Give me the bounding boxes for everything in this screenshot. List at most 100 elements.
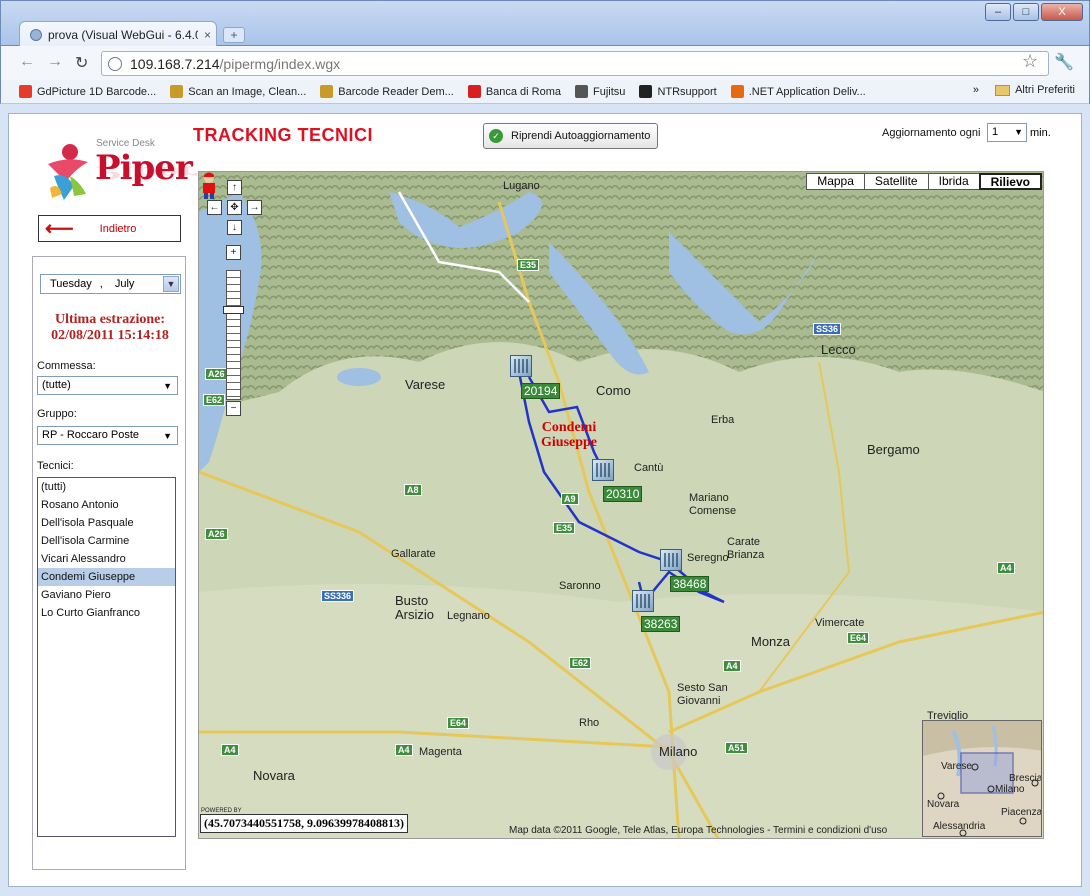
bookmark-item[interactable]: GdPicture 1D Barcode... [19,85,156,98]
bookmark-icon [730,85,744,98]
list-item[interactable]: (tutti) [38,478,175,496]
marker-label[interactable]: 20310 [603,486,643,502]
road-shield: A4 [395,744,413,756]
wrench-icon[interactable]: 🔧 [1054,52,1074,72]
chevron-down-icon: ▼ [163,381,172,391]
browser-tab[interactable]: prova (Visual WebGui - 6.4.0 I × [19,21,217,48]
refresh-interval-unit: min. [1030,127,1051,139]
bookmark-item[interactable]: Scan an Image, Clean... [170,85,306,98]
map-type-rilievo-button[interactable]: Rilievo [978,173,1042,190]
building-marker-icon[interactable] [592,459,614,481]
road-shield: A9 [561,493,579,505]
zoom-out-icon[interactable]: − [226,401,241,416]
pan-up-icon[interactable]: ↑ [227,180,242,195]
list-item[interactable]: Gaviano Piero [38,586,175,604]
pan-right-icon[interactable]: → [247,200,262,215]
overview-label: Piacenza [1001,807,1042,818]
gruppo-select[interactable]: RP - Roccaro Poste ▼ [37,426,178,445]
resume-autorefresh-button[interactable]: ✓ Riprendi Autoaggiornamento [483,123,658,149]
bookmark-label: Banca di Roma [485,85,562,98]
overview-label: Varese [941,761,972,772]
close-window-button[interactable]: X [1041,3,1083,21]
commessa-value: (tutte) [42,379,71,391]
chevron-down-icon[interactable]: ▼ [163,276,179,292]
refresh-interval-select[interactable]: 1 ▼ [987,123,1027,142]
piper-logo: Service Desk Piper Piper [39,130,197,210]
last-extraction-label: Ultima estrazione: [54,312,166,327]
list-item[interactable]: Dell'isola Pasquale [38,514,175,532]
tab-close-icon[interactable]: × [204,28,211,42]
list-item[interactable]: Condemi Giuseppe [38,568,175,586]
place-label: Monza [751,634,791,649]
reload-icon[interactable]: ↻ [75,53,88,73]
marker-label[interactable]: 20194 [521,383,561,399]
address-bar[interactable]: 109.168.7.214/pipermg/index.wgx [101,51,1049,76]
list-item[interactable]: Lo Curto Gianfranco [38,604,175,622]
place-label: Busto Arsizio [395,593,435,622]
date-picker[interactable]: Tuesday , July ▼ [40,274,181,294]
maximize-button[interactable]: □ [1013,3,1039,21]
pan-down-icon[interactable]: ↓ [227,220,242,235]
pan-center-icon[interactable]: ✥ [227,200,242,215]
list-item[interactable]: Vicari Alessandro [38,550,175,568]
zoom-in-icon[interactable]: + [226,245,241,260]
map-type-ibrida-button[interactable]: Ibrida [927,173,980,190]
more-bookmarks-icon[interactable]: » [973,84,979,96]
marker-label[interactable]: 38263 [641,616,681,632]
back-arrow-icon[interactable]: ← [19,53,35,71]
map-type-mappa-button[interactable]: Mappa [806,173,865,190]
building-marker-icon[interactable] [510,355,532,377]
logo-reflection: Piper [95,162,197,182]
commessa-select[interactable]: (tutte) ▼ [37,376,178,395]
place-label: Sesto San Giovanni [677,682,728,707]
chevron-down-icon: ▼ [163,431,172,441]
date-separator: , [99,278,103,290]
tecnici-list[interactable]: (tutti) Rosano Antonio Dell'isola Pasquale… [37,477,176,837]
overview-map[interactable]: Varese Milano Novara Brescia Piacenza Al… [922,720,1042,837]
place-label: Legnano [447,610,490,622]
bookmark-label: GdPicture 1D Barcode... [37,85,157,98]
bookmark-label: .NET Application Deliv... [748,85,866,98]
bookmark-item[interactable]: Banca di Roma [467,85,562,98]
pan-left-icon[interactable]: ← [207,200,222,215]
map-type-control: Mappa Satellite Ibrida Rilievo [806,173,1042,190]
tracking-map[interactable]: Lugano Varese Como Lecco Milano Monza No… [198,171,1044,839]
bookmark-item[interactable]: Fujitsu [575,85,625,98]
minimize-button[interactable]: – [985,3,1011,21]
place-label: Varese [405,377,446,392]
technician-name-1: Condemi [541,420,597,435]
back-arrow-icon: ⟵ [45,218,74,240]
bookmark-item[interactable]: Barcode Reader Dem... [320,85,454,98]
last-extraction-value: 02/08/2011 15:14:18 [51,328,169,343]
map-type-satellite-button[interactable]: Satellite [863,173,929,190]
other-bookmarks[interactable]: Altri Preferiti [995,84,1075,96]
bookmark-icon [170,85,184,98]
bookmark-icon [575,85,589,98]
list-item[interactable]: Dell'isola Carmine [38,532,175,550]
web-page: Service Desk Piper Piper ⟵ Indietro Tues… [8,113,1082,887]
building-marker-icon[interactable] [632,590,654,612]
bookmark-icon [467,85,481,98]
list-item[interactable]: Rosano Antonio [38,496,175,514]
place-label: Mariano Comense [689,492,737,517]
road-shield: A4 [997,562,1015,574]
bookmark-item[interactable]: .NET Application Deliv... [730,85,866,98]
last-extraction: Ultima estrazione: 02/08/2011 15:14:18 [33,312,187,344]
globe-icon [108,56,122,71]
road-shield: SS36 [813,323,842,335]
forward-arrow-icon[interactable]: → [47,53,63,71]
zoom-slider[interactable] [226,270,241,400]
new-tab-button[interactable]: + [223,27,245,43]
marker-label[interactable]: 38468 [670,576,710,592]
back-button[interactable]: ⟵ Indietro [38,215,181,242]
road-shield: A26 [205,368,228,380]
zoom-slider-handle[interactable] [223,306,244,314]
gruppo-label: Gruppo: [37,408,77,420]
bookmark-item[interactable]: NTRsupport [639,85,717,98]
map-copyright: Map data ©2011 Google, Tele Atlas, Europ… [509,825,888,836]
building-marker-icon[interactable] [660,549,682,571]
bookmark-label: Scan an Image, Clean... [188,85,307,98]
bookmark-star-icon[interactable]: ☆ [1022,51,1038,72]
check-icon: ✓ [489,129,503,143]
date-month: July [114,278,135,290]
